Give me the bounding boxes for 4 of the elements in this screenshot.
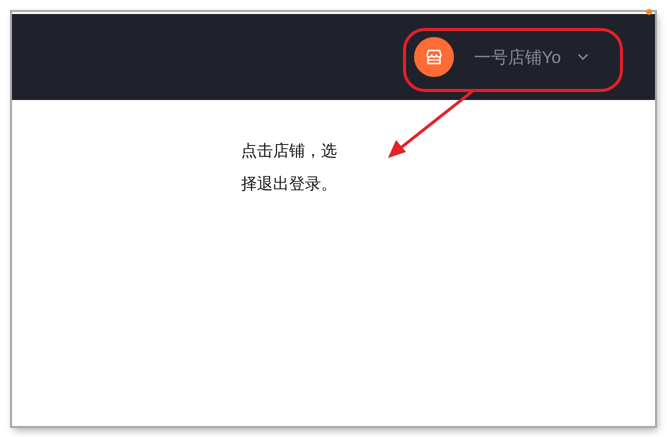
store-avatar-icon — [414, 37, 454, 77]
chevron-down-icon — [577, 53, 589, 61]
store-menu-button[interactable]: 一号店铺Yo — [414, 37, 595, 77]
annotation-text: 点击店铺，选择退出登录。 — [241, 140, 338, 195]
